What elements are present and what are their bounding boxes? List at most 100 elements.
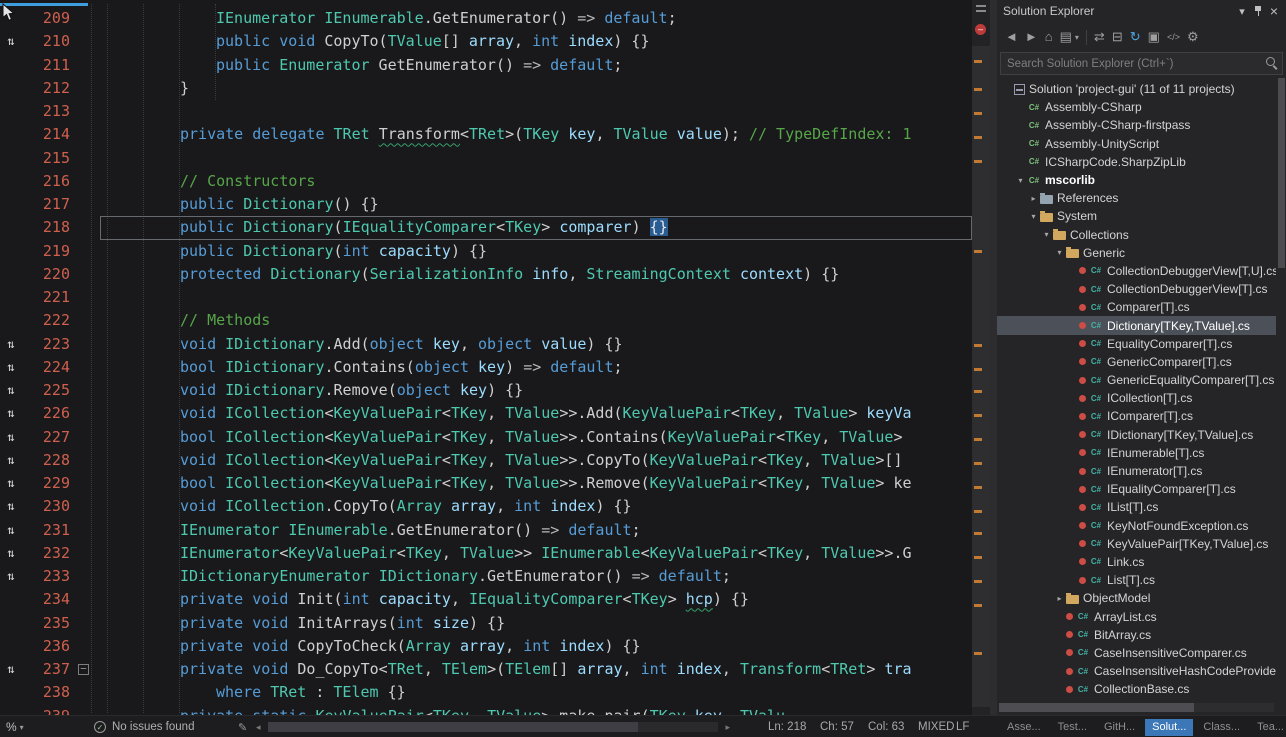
code-text[interactable]: // Constructors (100, 170, 972, 193)
bottom-tab[interactable]: Solut... (1145, 719, 1193, 736)
collapse-all-icon[interactable]: ⊟ (1112, 29, 1123, 45)
code-text[interactable]: private void Init(int capacity, IEqualit… (100, 588, 972, 611)
panel-title-bar[interactable]: Solution Explorer ▾ × (997, 0, 1286, 22)
tree-item[interactable]: ▸ObjectModel (997, 589, 1276, 607)
tree-item[interactable]: C#IEqualityComparer[T].cs (997, 480, 1276, 498)
panel-vertical-scrollbar[interactable] (1278, 78, 1285, 268)
tree-item[interactable]: ▸References (997, 189, 1276, 207)
code-text[interactable]: bool IDictionary.Contains(object key) =>… (100, 356, 972, 379)
line-number[interactable]: 239 (22, 705, 74, 716)
code-text[interactable]: void ICollection<KeyValuePair<TKey, TVal… (100, 402, 972, 425)
status-line[interactable]: Ln: 218 (768, 716, 806, 737)
editor-vertical-scrollbar[interactable]: – (972, 0, 990, 715)
code-text[interactable] (100, 147, 972, 170)
code-line-226[interactable]: ⇅226void ICollection<KeyValuePair<TKey, … (0, 402, 972, 425)
tree-item[interactable]: C#ArrayList.cs (997, 607, 1276, 625)
line-number[interactable]: 227 (22, 426, 74, 449)
updown-arrows-icon[interactable]: ⇅ (0, 519, 22, 542)
code-text[interactable]: void ICollection<KeyValuePair<TKey, TVal… (100, 449, 972, 472)
tree-expander-icon[interactable]: ▸ (1053, 594, 1066, 603)
tree-item[interactable]: C#Dictionary[TKey,TValue].cs (997, 316, 1276, 334)
line-number[interactable]: 235 (22, 612, 74, 635)
tree-item[interactable]: C#CollectionBase.cs (997, 680, 1276, 697)
code-text[interactable]: IEnumerator<KeyValuePair<TKey, TValue>> … (100, 542, 972, 565)
zoom-control[interactable]: % ▾ (6, 716, 24, 737)
tree-item[interactable]: C#List[T].cs (997, 571, 1276, 589)
code-text[interactable]: public void CopyTo(TValue[] array, int i… (100, 30, 972, 53)
tree-expander-icon[interactable]: ▾ (1053, 248, 1066, 257)
code-line-221[interactable]: 221 (0, 286, 972, 309)
scrollbar-thumb[interactable] (999, 703, 1194, 712)
code-line-216[interactable]: 216// Constructors (0, 170, 972, 193)
bottom-tab[interactable]: Asse... (1000, 719, 1048, 736)
tree-item[interactable]: C#EqualityComparer[T].cs (997, 335, 1276, 353)
updown-arrows-icon[interactable]: ⇅ (0, 30, 22, 53)
scrollbar-thumb[interactable] (268, 722, 638, 732)
updown-arrows-icon[interactable]: ⇅ (0, 402, 22, 425)
code-line-210[interactable]: ⇅210 public void CopyTo(TValue[] array, i… (0, 30, 972, 53)
code-text[interactable]: public Dictionary() {} (100, 193, 972, 216)
code-line-213[interactable]: 213 (0, 100, 972, 123)
updown-arrows-icon[interactable]: ⇅ (0, 426, 22, 449)
pin-icon[interactable] (1250, 4, 1266, 18)
code-text[interactable]: IDictionaryEnumerator IDictionary.GetEnu… (100, 565, 972, 588)
tree-item[interactable]: C#Comparer[T].cs (997, 298, 1276, 316)
code-text[interactable]: private static KeyValuePair<TKey, TValue… (100, 705, 972, 716)
tree-item[interactable]: C#GenericComparer[T].cs (997, 353, 1276, 371)
line-number[interactable]: 213 (22, 100, 74, 123)
code-line-233[interactable]: ⇅233 IDictionaryEnumerator IDictionary.Ge… (0, 565, 972, 588)
code-text[interactable]: IEnumerator IEnumerable.GetEnumerator() … (100, 7, 972, 30)
tree-item[interactable]: ▾Collections (997, 226, 1276, 244)
search-box[interactable] (1000, 52, 1283, 75)
code-text[interactable]: void IDictionary.Remove(object key) {} (100, 379, 972, 402)
line-number[interactable]: 209 (22, 7, 74, 30)
line-number[interactable]: 228 (22, 449, 74, 472)
code-line-218[interactable]: 218public Dictionary(IEqualityComparer<T… (0, 216, 972, 239)
tree-expander-icon[interactable]: ▾ (1027, 212, 1040, 221)
code-line-219[interactable]: 219public Dictionary(int capacity) {} (0, 240, 972, 263)
code-text[interactable] (100, 100, 972, 123)
code-line-227[interactable]: ⇅227bool ICollection<KeyValuePair<TKey, … (0, 426, 972, 449)
document-health-indicator[interactable]: ✓ No issues found (94, 716, 194, 737)
tree-item[interactable]: Solution 'project-gui' (11 of 11 project… (997, 80, 1276, 98)
line-number[interactable]: 233 (22, 565, 74, 588)
editor-horizontal-scrollbar[interactable]: ◂ ▸ (256, 721, 730, 733)
tree-item[interactable]: ▾System (997, 207, 1276, 225)
updown-arrows-icon[interactable]: ⇅ (0, 333, 22, 356)
updown-arrows-icon[interactable]: ⇅ (0, 542, 22, 565)
editor-pane[interactable]: 209 IEnumerator IEnumerable.GetEnumerator… (0, 0, 990, 715)
updown-arrows-icon[interactable]: ⇅ (0, 356, 22, 379)
chevron-down-icon[interactable]: ▾ (1075, 33, 1079, 42)
tree-item[interactable]: C#IEnumerator[T].cs (997, 462, 1276, 480)
scrollbar-thumb[interactable] (972, 46, 990, 707)
line-number[interactable]: 210 (22, 30, 74, 53)
updown-arrows-icon[interactable]: ⇅ (0, 379, 22, 402)
line-number[interactable]: 220 (22, 263, 74, 286)
code-line-231[interactable]: ⇅231 IEnumerator IEnumerable.GetEnumerato… (0, 519, 972, 542)
line-number[interactable]: 225 (22, 379, 74, 402)
tree-expander-icon[interactable]: ▾ (1040, 230, 1053, 239)
code-line-229[interactable]: ⇅229bool ICollection<KeyValuePair<TKey, … (0, 472, 972, 495)
tree-item[interactable]: C#ICSharpCode.SharpZipLib (997, 153, 1276, 171)
line-number[interactable]: 229 (22, 472, 74, 495)
line-number[interactable]: 234 (22, 588, 74, 611)
code-line-238[interactable]: 238where TRet : TElem {} (0, 681, 972, 704)
line-number[interactable]: 231 (22, 519, 74, 542)
code-line-215[interactable]: 215 (0, 147, 972, 170)
code-text[interactable] (100, 286, 972, 309)
code-text[interactable]: IEnumerator IEnumerable.GetEnumerator() … (100, 519, 972, 542)
tree-item[interactable]: C#CaseInsensitiveHashCodeProvider.cs (997, 662, 1276, 680)
tree-item[interactable]: C#ICollection[T].cs (997, 389, 1276, 407)
code-text[interactable]: void IDictionary.Add(object key, object … (100, 333, 972, 356)
tree-item[interactable]: C#GenericEqualityComparer[T].cs (997, 371, 1276, 389)
tree-item[interactable]: C#CollectionDebuggerView[T].cs (997, 280, 1276, 298)
tree-item[interactable]: C#CaseInsensitiveComparer.cs (997, 644, 1276, 662)
panel-horizontal-scrollbar[interactable] (999, 703, 1274, 712)
code-line-222[interactable]: 222// Methods (0, 309, 972, 332)
updown-arrows-icon[interactable]: ⇅ (0, 565, 22, 588)
code-line-235[interactable]: 235private void InitArrays(int size) {} (0, 612, 972, 635)
tree-item[interactable]: C#IList[T].cs (997, 498, 1276, 516)
search-input[interactable] (1001, 53, 1282, 74)
code-text[interactable]: } (100, 77, 972, 100)
tree-item[interactable]: C#KeyValuePair[TKey,TValue].cs (997, 535, 1276, 553)
